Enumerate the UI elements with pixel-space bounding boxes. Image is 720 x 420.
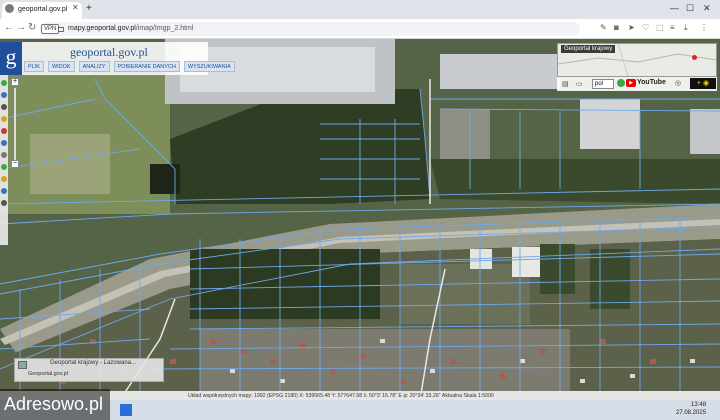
reload-icon[interactable]: ↻	[28, 22, 36, 33]
zoom-in-button[interactable]: +	[11, 78, 19, 86]
search-tool-icon[interactable]	[1, 140, 7, 146]
menu-plik[interactable]: PLIK	[24, 61, 44, 72]
menu-icon[interactable]: ≡	[670, 23, 675, 32]
settings-tool-icon[interactable]	[1, 200, 7, 206]
draw-tool-icon[interactable]	[1, 176, 7, 182]
help-icon[interactable]: ◎	[675, 79, 681, 87]
bookmark-icon[interactable]: ⬚	[656, 23, 664, 32]
minimize-icon[interactable]: —	[670, 3, 679, 13]
marker-tool-icon[interactable]	[1, 128, 7, 134]
globe-icon	[5, 4, 14, 13]
zoom-slider[interactable]	[14, 88, 16, 160]
menu-widok[interactable]: WIDOK	[47, 61, 75, 72]
info-tool-icon[interactable]	[1, 92, 7, 98]
heart-icon[interactable]: ♡	[642, 23, 649, 32]
location-marker-icon	[692, 55, 697, 60]
print-tool-icon[interactable]	[1, 152, 7, 158]
camera-icon[interactable]: ◙	[614, 23, 619, 32]
home-tool-icon[interactable]	[1, 188, 7, 194]
browser-tab[interactable]: geoportal.gov.pl	[2, 2, 82, 19]
youtube-icon[interactable]: ▶	[626, 79, 636, 87]
print-icon[interactable]: ▤	[562, 80, 569, 88]
browser-tab-bar	[0, 0, 720, 19]
system-clock: 13:48 27.08.2025	[676, 402, 707, 416]
map-imagery	[0, 39, 720, 400]
language-select[interactable]: pol	[592, 79, 614, 89]
youtube-link[interactable]: YouTube	[637, 79, 666, 86]
left-toolbar	[0, 75, 8, 245]
menu-pobieranie-danych[interactable]: POBIERANIE DANYCH	[113, 61, 180, 72]
zoom-out-button[interactable]: −	[11, 160, 19, 168]
lock-icon[interactable]	[58, 27, 64, 32]
url-text: mapy.geoportal.gov.pl/imap/Imgp_2.html	[68, 25, 194, 32]
coordinates-readout: Układ współrzędnych mapy: 1992 (EPSG 218…	[188, 393, 494, 399]
watermark: Adresowo.pl	[0, 389, 110, 420]
satellite-map[interactable]	[0, 39, 720, 400]
share-tool-icon[interactable]	[1, 164, 7, 170]
download-icon[interactable]: ⤓	[684, 23, 688, 33]
measure-tool-icon[interactable]	[1, 116, 7, 122]
pan-tool-icon[interactable]	[1, 104, 7, 110]
main-menu: PLIK WIDOK ANALIZY POBIERANIE DANYCH WYS…	[24, 61, 235, 72]
start-icon[interactable]	[120, 404, 132, 416]
overview-title: Geoportal krajowy	[561, 45, 616, 53]
new-tab-button[interactable]: +	[86, 3, 92, 14]
maximize-icon[interactable]: ☐	[686, 3, 694, 14]
forward-icon[interactable]: →	[16, 22, 26, 33]
close-window-icon[interactable]: ✕	[703, 3, 711, 14]
legend-subtitle: Geoportal.gov.pl	[28, 371, 68, 377]
back-icon[interactable]: ←	[4, 22, 14, 33]
menu-wyszukiwania[interactable]: WYSZUKIWANIA	[183, 61, 235, 72]
edit-icon[interactable]: ✎	[600, 23, 607, 32]
more-icon[interactable]: ⋮	[700, 23, 708, 32]
accessibility-icon[interactable]: + ◉	[690, 78, 716, 89]
geoportal-logo[interactable]: g	[0, 42, 22, 75]
menu-analizy[interactable]: ANALIZY	[78, 61, 110, 72]
screen-icon[interactable]: ▭	[576, 80, 583, 88]
globe-icon[interactable]	[617, 79, 625, 87]
vpn-badge[interactable]: VPN	[41, 24, 60, 34]
geoportal-title: geoportal.gov.pl	[70, 45, 148, 59]
layer-thumbnail-icon	[18, 361, 27, 369]
send-icon[interactable]: ➤	[628, 23, 635, 32]
close-icon[interactable]: ✕	[72, 3, 79, 12]
layers-tool-icon[interactable]	[1, 80, 7, 86]
legend-title: Geoportal krajowy - Lazowana...	[50, 360, 137, 366]
